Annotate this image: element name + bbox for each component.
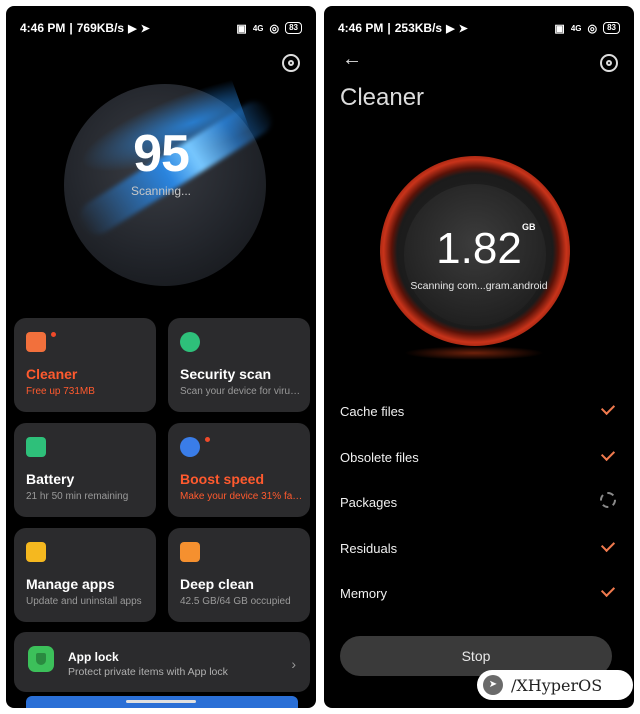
watermark: ➤ /XHyperOS (477, 670, 633, 700)
card-boost-speed[interactable]: Boost speed Make your device 31% faster (168, 423, 310, 517)
checkmark-icon (600, 582, 616, 598)
back-arrow-icon[interactable]: ← (342, 48, 362, 71)
telegram-icon: ➤ (140, 22, 150, 35)
watermark-text: /XHyperOS (511, 675, 603, 695)
loading-spinner-icon (600, 492, 616, 508)
checkmark-icon (600, 537, 616, 552)
scan-package: Scanning com...gram.android (410, 280, 548, 292)
battery-icon: 83 (603, 22, 620, 34)
net-speed: 253KB/s (394, 21, 443, 35)
checkmark-icon (600, 446, 616, 461)
card-subtitle: 42.5 GB/64 GB occupied (180, 596, 291, 607)
card-subtitle: Scan your device for viruses (180, 386, 304, 397)
chevron-right-icon: › (291, 656, 296, 672)
hotspot-icon: ◎ (269, 22, 280, 35)
security-app-screen: 4:46 PM | 769KB/s ▶ ➤ ▣ 4G ◎ 83 95 Scann… (6, 6, 316, 708)
shield-lock-icon (28, 646, 54, 672)
scan-item-obsolete-files: Obsolete files (340, 446, 616, 470)
network-type: 4G (570, 23, 582, 33)
separator: | (69, 21, 73, 35)
scan-item-packages: Packages (340, 492, 616, 515)
card-title: Boost speed (180, 471, 265, 487)
junk-size-unit: GB (522, 222, 536, 232)
scan-item-label: Memory (340, 586, 387, 601)
security-score: 95 (133, 125, 190, 183)
status-bar: 4:46 PM | 253KB/s ▶ ➤ ▣ 4G ◎ 83 (338, 20, 620, 36)
boost-speed-icon (180, 437, 200, 457)
deep-clean-icon (180, 542, 200, 562)
scan-item-residuals: Residuals (340, 537, 616, 561)
card-deep-clean[interactable]: Deep clean 42.5 GB/64 GB occupied (168, 528, 310, 622)
notification-dot (51, 332, 56, 337)
app-lock-subtitle: Protect private items with App lock (68, 666, 228, 678)
manage-apps-icon (26, 542, 46, 562)
clock: 4:46 PM (338, 21, 384, 35)
network-type: 4G (252, 23, 264, 33)
scan-item-label: Obsolete files (340, 449, 419, 465)
security-scan-icon (180, 332, 200, 352)
card-title: Cleaner (26, 366, 78, 382)
cleaner-screen: 4:46 PM | 253KB/s ▶ ➤ ▣ 4G ◎ 83 ← Cleane… (324, 6, 634, 708)
sim-icon: ▣ (236, 22, 247, 35)
separator: | (387, 21, 391, 35)
card-cleaner[interactable]: Cleaner Free up 731MB (14, 318, 156, 412)
scan-item-cache-files: Cache files (340, 400, 616, 424)
card-subtitle: Update and uninstall apps (26, 596, 142, 607)
card-title: Deep clean (180, 576, 254, 592)
settings-gear-icon[interactable] (282, 54, 300, 72)
battery-icon (26, 437, 46, 457)
sim-icon: ▣ (554, 22, 565, 35)
clock: 4:46 PM (20, 21, 66, 35)
app-lock-title: App lock (68, 650, 119, 664)
telegram-icon: ➤ (483, 675, 503, 695)
youtube-icon: ▶ (446, 22, 455, 35)
scan-item-memory: Memory (340, 582, 616, 606)
card-subtitle: Make your device 31% faster (180, 491, 304, 502)
card-title: Manage apps (26, 576, 115, 592)
hotspot-icon: ◎ (587, 22, 598, 35)
home-indicator (126, 700, 196, 703)
checkmark-icon (600, 400, 616, 416)
scan-item-label: Packages (340, 495, 398, 510)
scan-item-label: Residuals (340, 540, 398, 556)
card-subtitle: Free up 731MB (26, 386, 95, 397)
card-title: Battery (26, 471, 75, 487)
net-speed: 769KB/s (76, 21, 125, 35)
battery-icon: 83 (285, 22, 302, 34)
card-manage-apps[interactable]: Manage apps Update and uninstall apps (14, 528, 156, 622)
telegram-icon: ➤ (458, 22, 468, 35)
card-title: Security scan (180, 366, 272, 382)
scan-item-label: Cache files (340, 404, 405, 419)
status-bar: 4:46 PM | 769KB/s ▶ ➤ ▣ 4G ◎ 83 (20, 20, 302, 36)
cleaner-icon (26, 332, 46, 352)
app-lock-card[interactable]: App lock Protect private items with App … (14, 632, 310, 692)
card-subtitle: 21 hr 50 min remaining (26, 491, 129, 502)
notification-dot (205, 437, 210, 442)
junk-size: 1.82 (436, 224, 522, 273)
ring-glow (404, 346, 544, 360)
scan-status: Scanning... (130, 184, 192, 198)
card-security-scan[interactable]: Security scan Scan your device for viruse… (168, 318, 310, 412)
youtube-icon: ▶ (128, 22, 137, 35)
page-title: Cleaner (340, 84, 425, 111)
settings-gear-icon[interactable] (600, 54, 618, 72)
card-battery[interactable]: Battery 21 hr 50 min remaining (14, 423, 156, 517)
